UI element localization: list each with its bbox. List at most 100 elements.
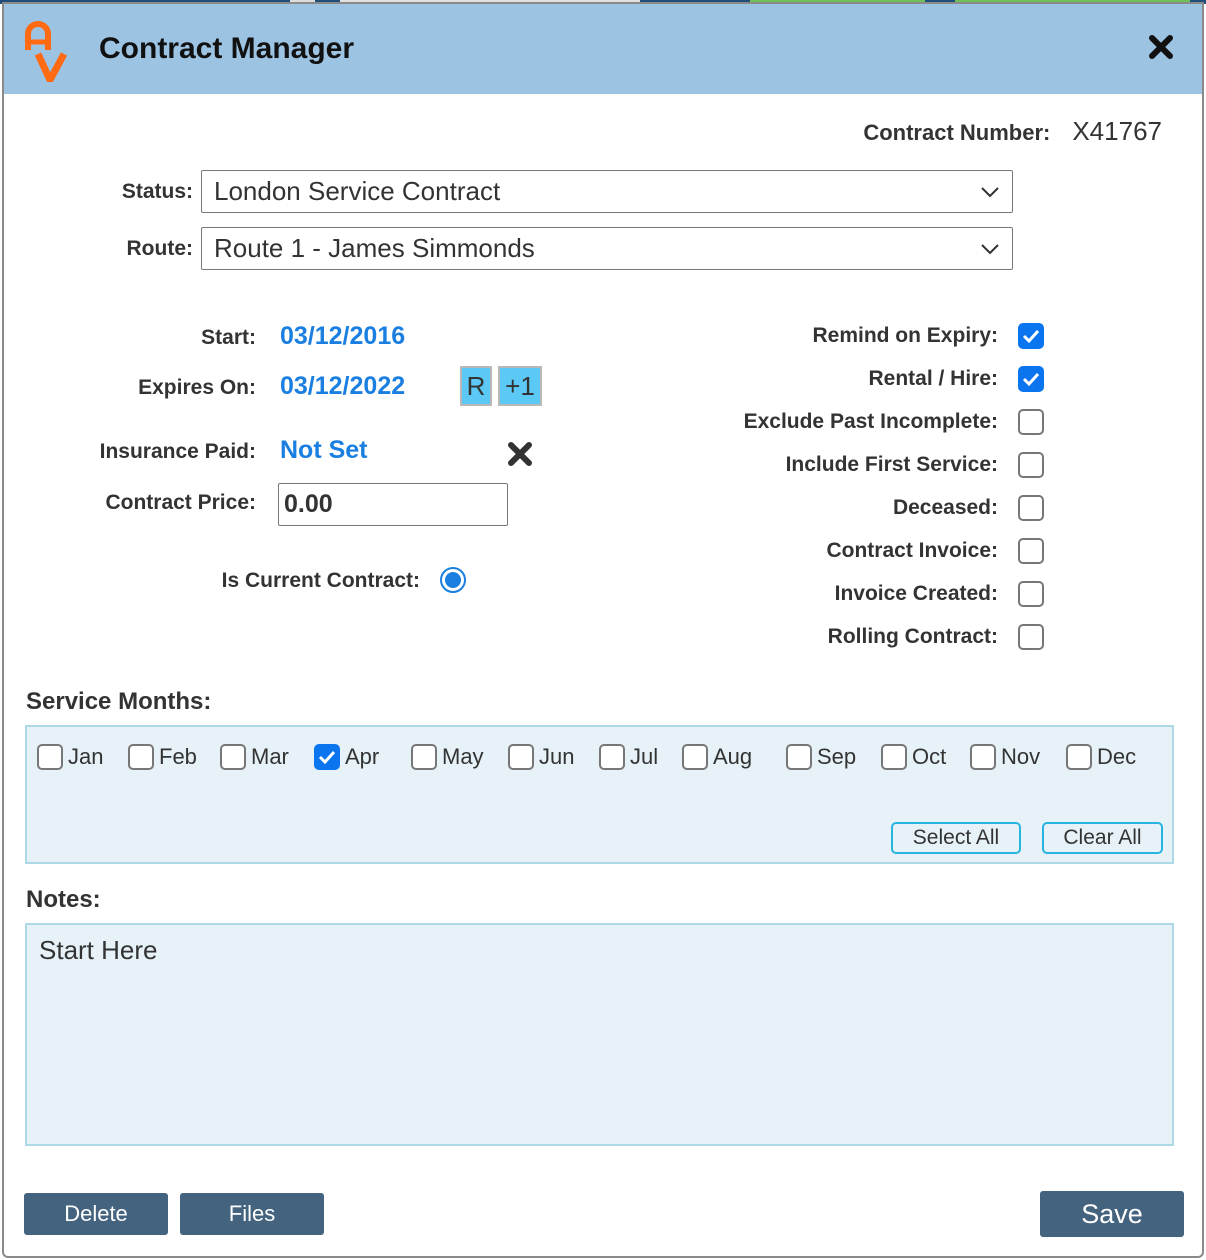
dialog-title: Contract Manager <box>99 32 355 65</box>
flag-checkbox[interactable] <box>1018 581 1044 607</box>
is-current-contract-radio[interactable] <box>440 567 466 593</box>
month-label: Oct <box>912 744 947 769</box>
flag-row: Invoice Created: <box>835 581 1044 607</box>
chevron-down-icon <box>981 186 999 197</box>
contract-price-label: Contract Price: <box>105 491 256 514</box>
month-checkbox[interactable] <box>786 744 812 770</box>
flag-label: Deceased: <box>892 496 998 519</box>
month-option[interactable]: Jun <box>508 744 599 770</box>
month-label: Jan <box>68 744 104 769</box>
month-option[interactable]: Jan <box>37 744 128 770</box>
contract-number-label: Contract Number: <box>863 120 1051 145</box>
route-row: Route: Route 1 - James Simmonds <box>4 227 1013 270</box>
month-option[interactable]: Nov <box>970 744 1066 770</box>
month-checkbox[interactable] <box>682 744 708 770</box>
flag-checkbox[interactable] <box>1018 366 1044 392</box>
expires-date[interactable]: 03/12/2022 <box>280 372 405 401</box>
route-value: Route 1 - James Simmonds <box>214 233 535 263</box>
status-select[interactable]: London Service Contract <box>201 170 1013 213</box>
month-label: Feb <box>159 744 197 769</box>
route-select[interactable]: Route 1 - James Simmonds <box>201 227 1013 270</box>
month-label: Apr <box>345 744 380 769</box>
save-button[interactable]: Save <box>1040 1191 1184 1237</box>
status-value: London Service Contract <box>214 176 501 206</box>
title-bar: Contract Manager <box>4 4 1202 94</box>
contract-manager-dialog: Contract Manager Contract Number: X41767… <box>2 2 1204 1258</box>
close-icon[interactable] <box>1148 34 1174 60</box>
month-label: May <box>442 744 484 769</box>
month-checkbox[interactable] <box>220 744 246 770</box>
month-option[interactable]: Aug <box>682 744 786 770</box>
month-checkbox[interactable] <box>37 744 63 770</box>
month-label: Mar <box>251 744 289 769</box>
clear-all-button[interactable]: Clear All <box>1042 822 1163 854</box>
start-date[interactable]: 03/12/2016 <box>280 322 405 351</box>
flag-checkbox[interactable] <box>1018 409 1044 435</box>
notes-title: Notes: <box>26 886 101 913</box>
flag-row: Contract Invoice: <box>826 538 1044 564</box>
month-checkbox[interactable] <box>128 744 154 770</box>
service-months-title: Service Months: <box>26 688 212 715</box>
month-label: Jun <box>539 744 575 769</box>
month-checkbox[interactable] <box>599 744 625 770</box>
flag-label: Rental / Hire: <box>868 367 998 390</box>
flag-row: Rental / Hire: <box>868 366 1044 392</box>
month-checkbox[interactable] <box>1066 744 1092 770</box>
month-label: Dec <box>1097 744 1137 769</box>
radio-selected-dot <box>445 572 461 588</box>
month-label: Sep <box>817 744 857 769</box>
flag-checkbox[interactable] <box>1018 495 1044 521</box>
reset-expiry-button[interactable]: R <box>460 366 492 406</box>
delete-button[interactable]: Delete <box>24 1193 168 1235</box>
flag-row: Rolling Contract: <box>828 624 1044 650</box>
av-logo-icon <box>25 21 68 82</box>
insurance-paid-value[interactable]: Not Set <box>280 436 368 465</box>
flag-row: Deceased: <box>893 495 1044 521</box>
month-checkbox[interactable] <box>411 744 437 770</box>
month-option[interactable]: Mar <box>220 744 314 770</box>
flag-label: Remind on Expiry: <box>812 324 998 347</box>
checkmark-icon <box>318 750 336 765</box>
month-option[interactable]: Oct <box>881 744 970 770</box>
select-all-button[interactable]: Select All <box>891 822 1021 854</box>
add-one-year-button[interactable]: +1 <box>498 366 542 406</box>
month-checkbox[interactable] <box>881 744 907 770</box>
month-checkbox[interactable] <box>508 744 534 770</box>
status-label: Status: <box>121 179 193 203</box>
month-option[interactable]: Dec <box>1066 744 1146 770</box>
month-list: Jan Feb Mar Apr May Jun Jul Aug Sep Oct Nov Dec <box>37 744 1146 770</box>
month-label: Aug <box>713 744 753 769</box>
flag-checkbox[interactable] <box>1018 452 1044 478</box>
contract-number: Contract Number: X41767 <box>863 116 1162 147</box>
month-option[interactable]: Apr <box>314 744 411 770</box>
status-row: Status: London Service Contract <box>4 170 1013 213</box>
flag-checkbox[interactable] <box>1018 323 1044 349</box>
notes-textarea[interactable]: Start Here <box>25 923 1174 1146</box>
flag-label: Contract Invoice: <box>826 539 998 562</box>
checkmark-icon <box>1022 329 1040 344</box>
flag-label: Invoice Created: <box>834 582 998 605</box>
files-button[interactable]: Files <box>180 1193 324 1235</box>
flag-checkbox[interactable] <box>1018 624 1044 650</box>
service-months-panel: Jan Feb Mar Apr May Jun Jul Aug Sep Oct Nov Dec Sel… <box>25 725 1174 864</box>
month-label: Nov <box>1001 744 1041 769</box>
month-option[interactable]: Sep <box>786 744 881 770</box>
chevron-down-icon <box>981 243 999 254</box>
month-checkbox[interactable] <box>314 744 340 770</box>
flag-row: Exclude Past Incomplete: <box>744 409 1044 435</box>
route-label: Route: <box>126 236 194 260</box>
insurance-paid-label: Insurance Paid: <box>99 440 256 463</box>
flag-label: Exclude Past Incomplete: <box>743 410 998 433</box>
month-option[interactable]: Feb <box>128 744 220 770</box>
month-option[interactable]: Jul <box>599 744 682 770</box>
flag-label: Rolling Contract: <box>827 625 998 648</box>
flag-checkbox[interactable] <box>1018 538 1044 564</box>
flag-row: Remind on Expiry: <box>812 323 1044 349</box>
contract-price-input[interactable] <box>278 483 508 526</box>
flag-label: Include First Service: <box>785 453 998 476</box>
contract-number-value: X41767 <box>1072 116 1162 146</box>
month-option[interactable]: May <box>411 744 508 770</box>
flag-row: Include First Service: <box>786 452 1044 478</box>
clear-insurance-icon[interactable] <box>507 441 533 467</box>
month-checkbox[interactable] <box>970 744 996 770</box>
